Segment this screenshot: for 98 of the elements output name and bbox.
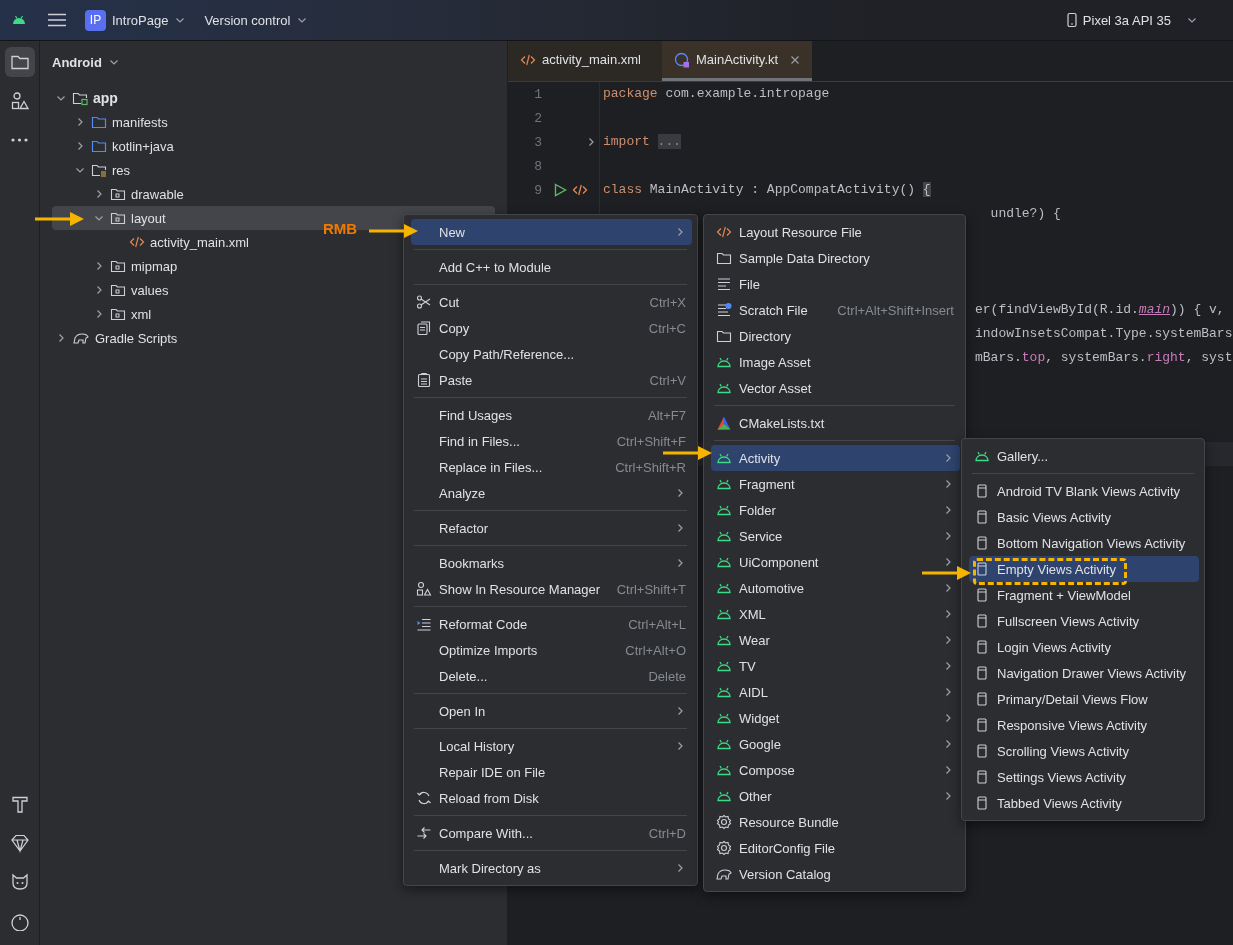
line-number: 2 (534, 110, 542, 126)
menu-item[interactable]: Empty Views Activity (969, 556, 1199, 582)
menu-item[interactable]: Bookmarks (411, 550, 692, 576)
menu-item[interactable]: XML (711, 601, 960, 627)
shortcut-label: Alt+F7 (647, 407, 686, 423)
tree-label: xml (131, 306, 152, 322)
tree-label: layout (131, 210, 166, 226)
tree-label: app (93, 90, 118, 106)
line-number: 3 (534, 134, 542, 150)
line-number: 1 (534, 86, 542, 102)
menu-item[interactable]: Resource Bundle (711, 809, 960, 835)
menu-item[interactable]: Find Usages Alt+F7 (411, 402, 692, 428)
menu-item[interactable]: Activity (711, 445, 960, 471)
editor-tab[interactable]: activity_main.xml (508, 41, 662, 81)
menu-item[interactable]: Add C++ to Module (411, 254, 692, 280)
line-number: 9 (534, 182, 542, 198)
menu-item[interactable]: TV (711, 653, 960, 679)
menu-item[interactable]: Compare With... Ctrl+D (411, 820, 692, 846)
menu-item[interactable]: Wear (711, 627, 960, 653)
tree-item[interactable]: drawable (52, 182, 495, 206)
shortcut-label: Ctrl+V (648, 372, 686, 388)
menu-item[interactable]: Settings Views Activity (969, 764, 1199, 790)
tree-label: res (112, 162, 131, 178)
menu-item[interactable]: Mark Directory as (411, 855, 692, 881)
menu-item[interactable]: Folder (711, 497, 960, 523)
shortcut-label: Ctrl+Alt+Shift+Insert (836, 302, 954, 318)
menu-item[interactable]: CMakeLists.txt (711, 410, 960, 436)
view-dropdown[interactable]: Android (52, 54, 120, 70)
menu-item[interactable]: Repair IDE on File (411, 759, 692, 785)
menu-item[interactable]: Replace in Files... Ctrl+Shift+R (411, 454, 692, 480)
shortcut-label: Ctrl+D (647, 825, 686, 841)
shortcut-label: Ctrl+Alt+L (627, 616, 686, 632)
menu-item[interactable]: Refactor (411, 515, 692, 541)
code-line: package com.example.intropage (599, 82, 830, 106)
editor-tab[interactable]: MainActivity.kt (662, 41, 813, 81)
tree-label: manifests (112, 114, 168, 130)
menu-item[interactable]: New (411, 219, 692, 245)
menu-item[interactable]: Gallery... (969, 443, 1199, 469)
tree-label: values (131, 282, 169, 298)
line-number: 8 (534, 158, 542, 174)
project-badge: IP (85, 9, 106, 31)
shortcut-label: Ctrl+Shift+F (615, 433, 686, 449)
menu-item[interactable]: Primary/Detail Views Flow (969, 686, 1199, 712)
menu-item[interactable]: Login Views Activity (969, 634, 1199, 660)
menu-item[interactable]: File (711, 271, 960, 297)
menu-item[interactable]: Sample Data Directory (711, 245, 960, 271)
menu-item[interactable]: Google (711, 731, 960, 757)
menu-item[interactable]: Local History (411, 733, 692, 759)
menu-item[interactable]: Responsive Views Activity (969, 712, 1199, 738)
menu-item[interactable]: Reformat Code Ctrl+Alt+L (411, 611, 692, 637)
tree-item[interactable]: manifests (52, 110, 495, 134)
menu-item[interactable]: Other (711, 783, 960, 809)
menu-item[interactable]: Vector Asset (711, 375, 960, 401)
vcs-dropdown[interactable]: Version control (204, 12, 309, 28)
menu-item[interactable]: Reload from Disk (411, 785, 692, 811)
menu-item[interactable]: EditorConfig File (711, 835, 960, 861)
menu-item[interactable]: Optimize Imports Ctrl+Alt+O (411, 637, 692, 663)
menu-item[interactable]: Fullscreen Views Activity (969, 608, 1199, 634)
tree-label: kotlin+java (112, 138, 174, 154)
menu-item[interactable]: Delete... Delete (411, 663, 692, 689)
menu-item[interactable]: Scrolling Views Activity (969, 738, 1199, 764)
menu-item[interactable]: Fragment (711, 471, 960, 497)
device-dropdown[interactable]: Pixel 3a API 35 (1065, 12, 1198, 28)
menu-item[interactable]: Fragment + ViewModel (969, 582, 1199, 608)
menu-item[interactable]: Basic Views Activity (969, 504, 1199, 530)
tree-label: Gradle Scripts (95, 330, 178, 346)
menu-item[interactable]: Show In Resource Manager Ctrl+Shift+T (411, 576, 692, 602)
menu-item[interactable]: Analyze (411, 480, 692, 506)
code-line: class MainActivity : AppCompatActivity() { (599, 178, 931, 202)
tree-item[interactable]: res (52, 158, 495, 182)
menu-item[interactable]: Scratch File Ctrl+Alt+Shift+Insert (711, 297, 960, 323)
menu-item[interactable]: Find in Files... Ctrl+Shift+F (411, 428, 692, 454)
menu-item[interactable]: Version Catalog (711, 861, 960, 887)
menu-item[interactable]: Bottom Navigation Views Activity (969, 530, 1199, 556)
shortcut-label: Ctrl+C (647, 320, 686, 336)
menu-item[interactable]: UiComponent (711, 549, 960, 575)
tree-label: mipmap (131, 258, 178, 274)
menu-item[interactable]: Open In (411, 698, 692, 724)
menu-item[interactable]: Tabbed Views Activity (969, 790, 1199, 816)
menu-item[interactable]: Compose (711, 757, 960, 783)
menu-item[interactable]: Automotive (711, 575, 960, 601)
shortcut-label: Ctrl+Shift+T (615, 581, 686, 597)
project-dropdown[interactable]: IntroPage (112, 12, 187, 28)
tree-item[interactable]: app (52, 86, 495, 110)
menu-item[interactable]: Android TV Blank Views Activity (969, 478, 1199, 504)
menu-item[interactable]: Widget (711, 705, 960, 731)
menu-item[interactable]: Paste Ctrl+V (411, 367, 692, 393)
menu-item[interactable]: Navigation Drawer Views Activity (969, 660, 1199, 686)
menu-item[interactable]: Service (711, 523, 960, 549)
menu-item[interactable]: Directory (711, 323, 960, 349)
tree-label: activity_main.xml (150, 234, 249, 250)
menu-item[interactable]: AIDL (711, 679, 960, 705)
shortcut-label: Delete (647, 668, 686, 684)
shortcut-label: Ctrl+Alt+O (624, 642, 686, 658)
code-line: import ... (599, 130, 681, 154)
tree-label: drawable (131, 186, 184, 202)
tree-item[interactable]: kotlin+java (52, 134, 495, 158)
shortcut-label: Ctrl+Shift+R (614, 459, 686, 475)
